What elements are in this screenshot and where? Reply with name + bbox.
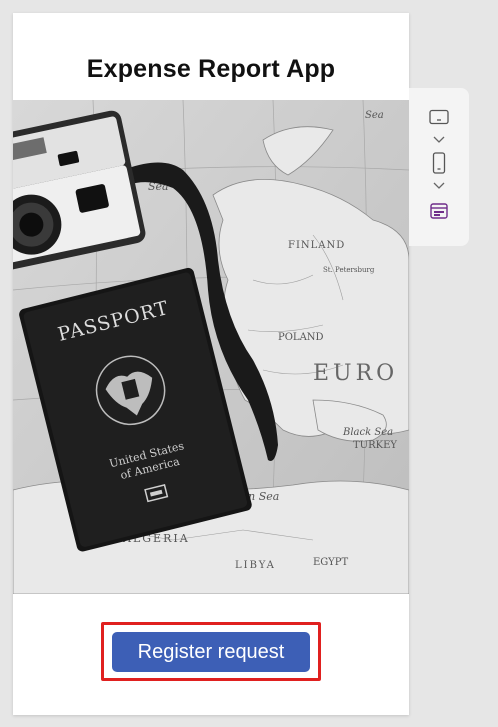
screen-layout-icon[interactable] [427,199,451,223]
travel-photo: Sea Sea FINLAND St. Petersburg POLAND EU… [13,100,409,594]
hero-image: Sea Sea FINLAND St. Petersburg POLAND EU… [13,100,409,594]
svg-text:Sea: Sea [365,110,384,121]
svg-text:POLAND: POLAND [278,332,324,343]
svg-text:TURKEY: TURKEY [353,440,397,451]
phone-portrait-icon[interactable] [427,151,451,175]
chevron-down-icon[interactable] [431,132,447,143]
register-request-button[interactable]: Register request [112,632,310,672]
tablet-landscape-icon[interactable] [427,105,451,129]
register-button-highlight: Register request [101,622,321,681]
screen-size-toolbar [409,88,469,246]
svg-text:EURO: EURO [313,361,398,386]
svg-text:Black Sea: Black Sea [342,427,393,438]
chevron-down-icon[interactable] [431,178,447,189]
svg-text:St. Petersburg: St. Petersburg [323,266,375,274]
app-screen: Expense Report App Sea Sea FINLAND St. P… [13,13,409,715]
svg-text:FINLAND: FINLAND [288,240,345,251]
svg-text:LIBYA: LIBYA [235,560,276,571]
svg-text:EGYPT: EGYPT [313,557,348,568]
page-title: Expense Report App [86,55,336,83]
